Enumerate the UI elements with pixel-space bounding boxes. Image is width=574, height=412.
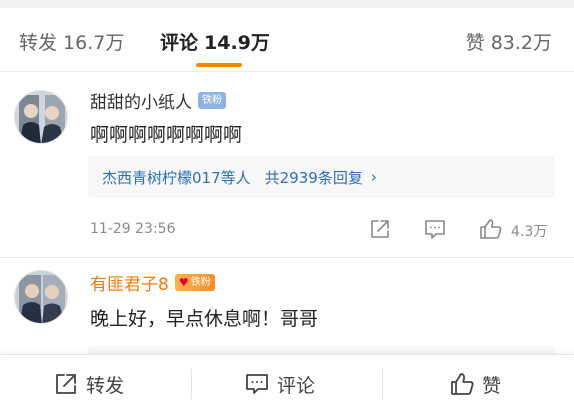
heart-icon: ♥ <box>178 275 189 289</box>
top-strip <box>0 0 574 8</box>
fan-badge: 铁粉 <box>198 91 226 109</box>
fan-badge-label: 铁粉 <box>190 276 211 288</box>
tab-like-count: 83.2万 <box>490 32 552 54</box>
tab-comment-count: 14.9万 <box>204 32 270 54</box>
tab-comment[interactable]: 评论 14.9万 <box>160 28 270 55</box>
like-count: 4.3万 <box>511 224 548 240</box>
like-button[interactable]: 赞 <box>450 355 501 412</box>
avatar[interactable] <box>14 90 68 144</box>
thumbs-up-icon[interactable] <box>479 218 503 244</box>
tab-like[interactable]: 赞 83.2万 <box>466 28 552 55</box>
tab-repost-count: 16.7万 <box>63 32 125 54</box>
chevron-right-icon: › <box>370 168 377 186</box>
avatar[interactable] <box>14 270 68 324</box>
tab-bar: 转发 16.7万 评论 14.9万 赞 83.2万 <box>0 8 574 72</box>
username[interactable]: 甜甜的小纸人 <box>90 88 192 113</box>
comment-button-label: 评论 <box>277 374 316 397</box>
comment-text: 晚上好，早点休息啊！哥哥 <box>90 308 319 330</box>
divider <box>382 369 383 399</box>
replies-total: 共2939条回复 <box>264 168 363 187</box>
comment-button[interactable]: 评论 <box>245 355 315 412</box>
fan-badge: ♥ 铁粉 <box>174 273 215 291</box>
repost-button[interactable]: 转发 <box>54 355 124 412</box>
thumbs-up-icon <box>451 373 474 395</box>
comment-text: 啊啊啊啊啊啊啊啊 <box>90 124 243 146</box>
comment-item: 有匪君子8 ♥ 铁粉 晚上好，早点休息啊！哥哥 <box>0 258 574 354</box>
share-icon[interactable] <box>369 218 391 244</box>
comment-icon[interactable] <box>424 218 446 244</box>
share-icon <box>56 374 76 394</box>
repost-button-label: 转发 <box>86 374 125 397</box>
tab-comment-label: 评论 <box>160 32 199 54</box>
username[interactable]: 有匪君子8 <box>90 270 169 295</box>
tab-like-label: 赞 <box>465 32 485 54</box>
replies-names: 杰西青树柠檬017等人 <box>102 168 251 187</box>
avatar-image <box>15 91 67 143</box>
tab-repost-label: 转发 <box>19 32 58 54</box>
like-button-label: 赞 <box>482 374 502 397</box>
replies-summary-peek <box>88 346 555 354</box>
replies-summary[interactable]: 杰西青树柠檬017等人 共2939条回复 › <box>88 156 555 198</box>
comment-item: 甜甜的小纸人 铁粉 啊啊啊啊啊啊啊啊 杰西青树柠檬017等人 共2939条回复 … <box>0 72 574 258</box>
avatar-image <box>15 271 67 323</box>
comment-timestamp: 11-29 23:56 <box>90 221 176 237</box>
active-tab-indicator <box>196 63 242 67</box>
comment-icon <box>246 374 268 394</box>
tab-repost[interactable]: 转发 16.7万 <box>19 28 124 55</box>
bottom-action-bar: 转发 评论 赞 <box>0 354 574 412</box>
divider <box>191 369 192 399</box>
